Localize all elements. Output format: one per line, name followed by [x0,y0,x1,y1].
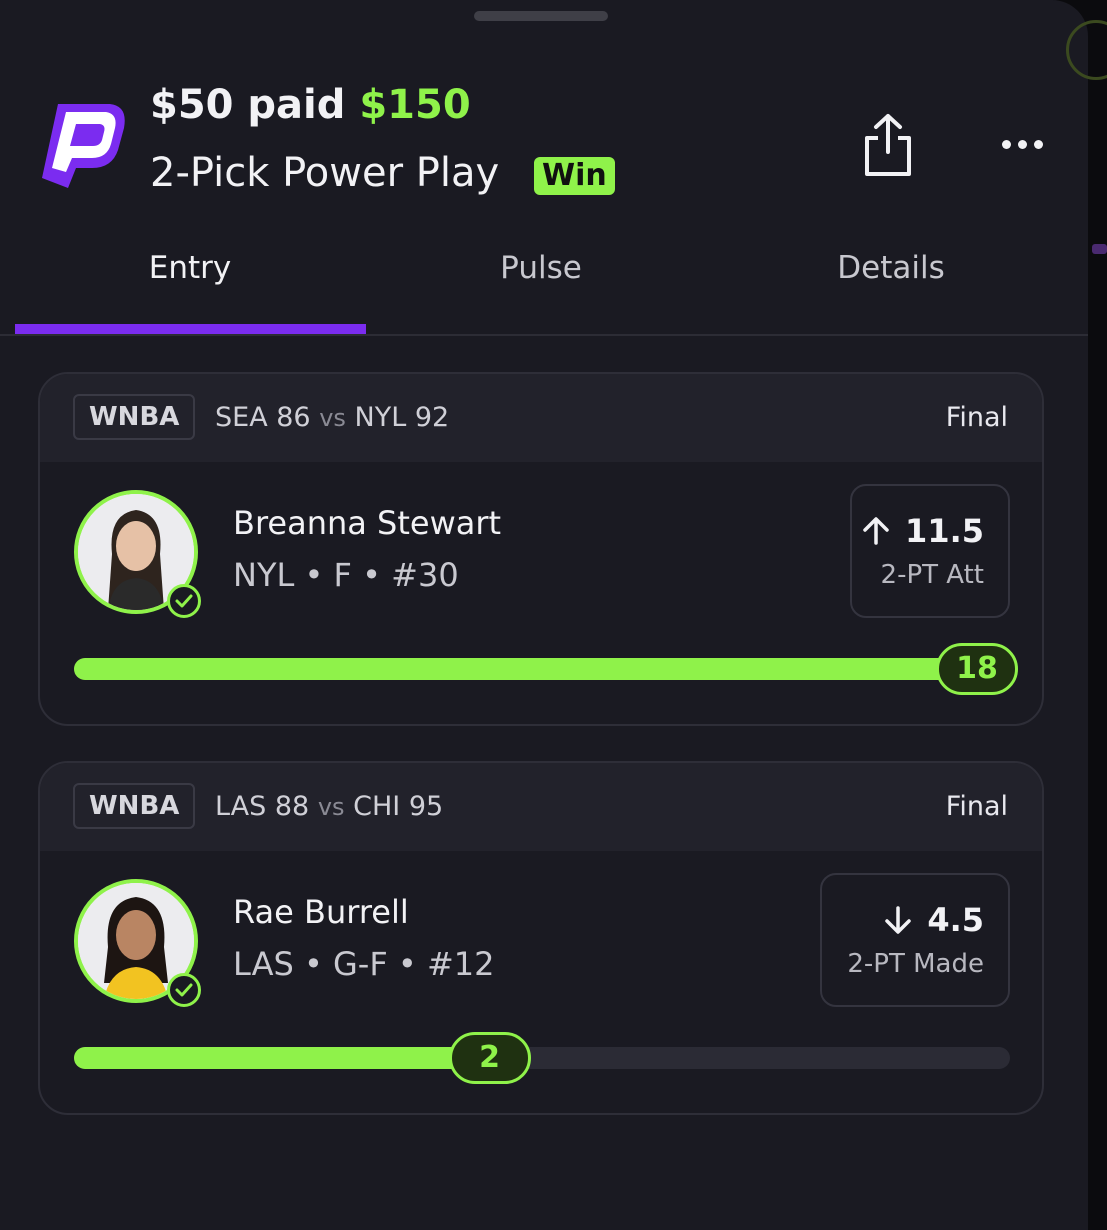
league-badge: WNBA [73,783,196,829]
projection-box: 4.5 2-PT Made [820,873,1010,1007]
game-score: SEA 86 vs NYL 92 [215,402,449,433]
player-name: Rae Burrell [233,893,409,931]
entry-sheet: $50 paid $150 2-Pick Power Play Win Entr… [0,0,1088,1230]
home-score: NYL 92 [354,402,450,433]
game-status: Final [945,402,1008,433]
arrow-down-icon [885,906,912,934]
league-badge: WNBA [73,394,196,440]
home-score: CHI 95 [353,791,444,822]
line-value: 4.5 [927,901,984,939]
share-icon[interactable] [858,112,918,178]
prizepicks-logo-icon [42,104,125,188]
pick-card[interactable]: WNBA LAS 88 vs CHI 95 Final Rae Burrell … [38,761,1044,1115]
progress-fill [74,1047,490,1069]
projection-box: 11.5 2-PT Att [850,484,1010,618]
payout-amount: $150 [359,82,471,128]
paid-amount: $50 paid [150,82,346,128]
tab-entry[interactable]: Entry [15,250,365,286]
more-options-icon[interactable] [996,126,1048,162]
checkmark-icon [167,973,201,1007]
play-type: 2-Pick Power Play [150,150,500,196]
background-accent-edge [1092,244,1107,254]
progress-fill [74,658,1010,680]
player-info: NYL • F • #30 [233,556,459,594]
sheet-grabber[interactable] [474,11,608,21]
actual-value-bubble: 18 [936,643,1018,695]
projection-line: 11.5 [861,512,984,550]
game-header: WNBA LAS 88 vs CHI 95 Final [40,763,1042,851]
away-score: SEA 86 [215,402,311,433]
checkmark-icon [167,584,201,618]
stat-type: 2-PT Att [880,560,984,590]
entry-amount-title: $50 paid $150 [150,82,471,128]
background-edge [1088,0,1107,1200]
player-info: LAS • G-F • #12 [233,945,495,983]
projection-line: 4.5 [883,901,984,939]
stat-type: 2-PT Made [847,949,984,979]
player-name: Breanna Stewart [233,504,502,542]
progress-track: 2 [74,1032,1010,1084]
pick-card[interactable]: WNBA SEA 86 vs NYL 92 Final Breanna Stew… [38,372,1044,726]
game-header: WNBA SEA 86 vs NYL 92 Final [40,374,1042,462]
away-score: LAS 88 [215,791,310,822]
tab-details[interactable]: Details [716,250,1066,286]
arrow-up-icon [863,517,889,545]
tabs-divider [0,334,1088,336]
tab-pulse[interactable]: Pulse [366,250,716,286]
vs-label: vs [319,404,346,432]
line-value: 11.5 [905,512,984,550]
result-badge: Win [534,157,615,195]
tab-bar: Entry Pulse Details [0,230,1088,336]
vs-label: vs [317,793,345,821]
active-tab-indicator [15,324,366,334]
game-status: Final [945,791,1008,822]
game-score: LAS 88 vs CHI 95 [215,791,443,822]
actual-value-bubble: 2 [448,1032,531,1084]
progress-track: 18 [74,643,1018,695]
